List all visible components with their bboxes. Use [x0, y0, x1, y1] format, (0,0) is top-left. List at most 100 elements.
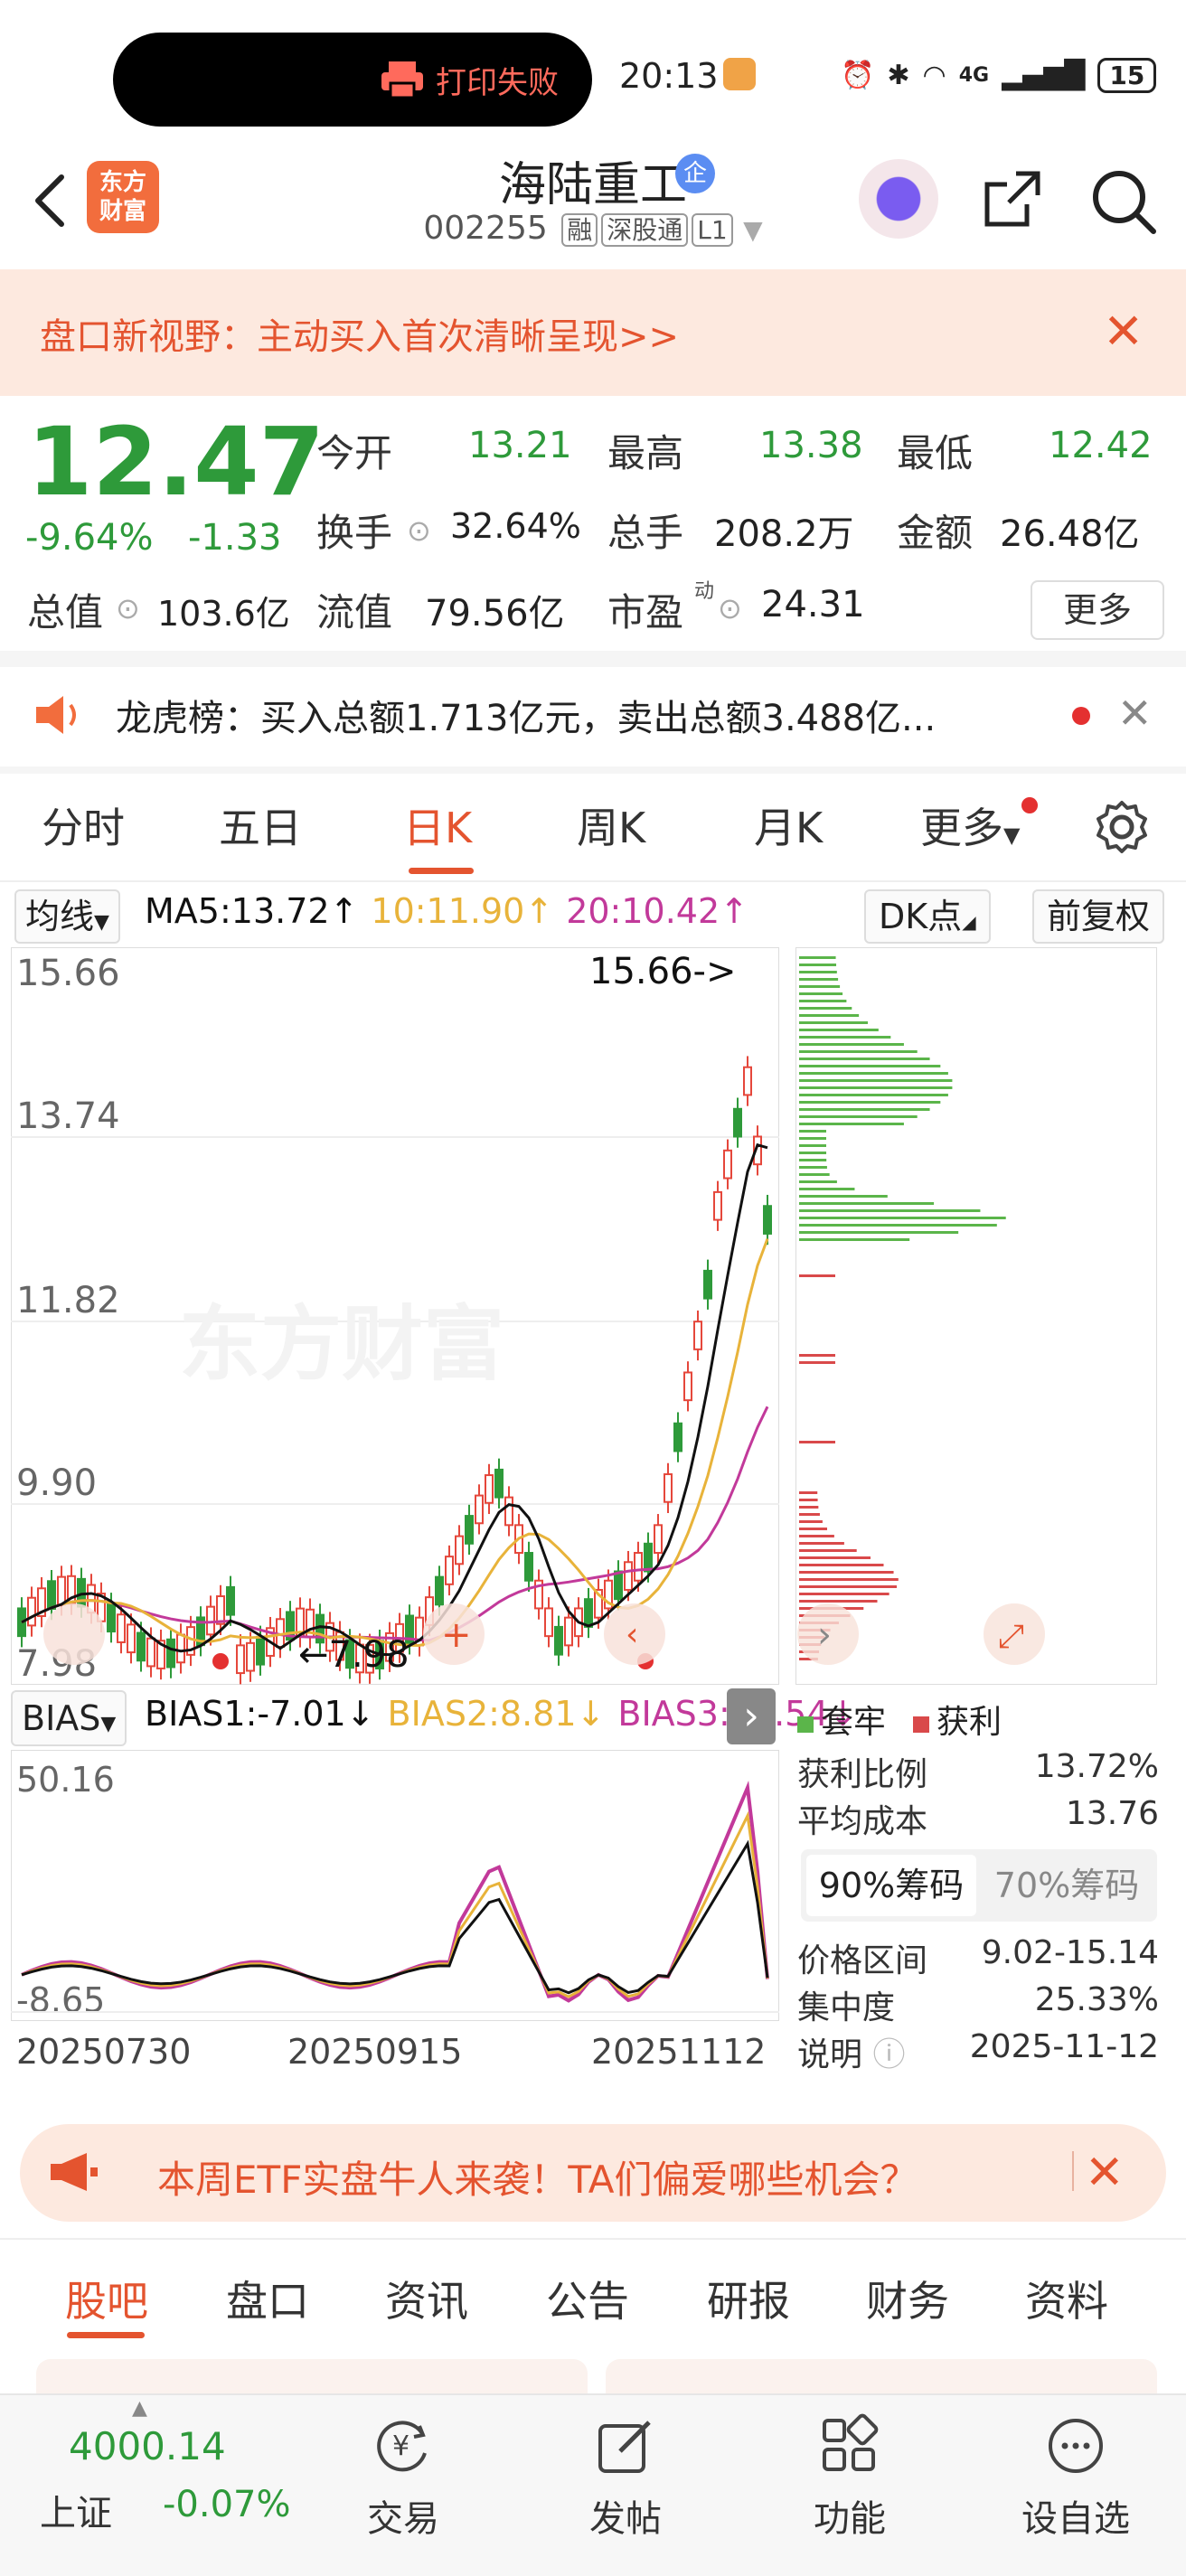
- chip-bar: [799, 1231, 959, 1234]
- adjust-button[interactable]: 前复权: [1032, 889, 1165, 944]
- tab-orderbook[interactable]: 盘口: [226, 2269, 309, 2328]
- row-label: 集中度: [797, 1989, 896, 2026]
- chip-bar: [799, 1159, 827, 1161]
- index-name: 上证: [40, 2493, 112, 2534]
- candle: [455, 1535, 464, 1565]
- candle: [763, 1205, 772, 1235]
- promo-banner-text[interactable]: 盘口新视野：主动买入首次清晰呈现>>: [40, 307, 679, 360]
- close-icon[interactable]: ✕: [1103, 307, 1144, 356]
- close-icon[interactable]: ✕: [1085, 2146, 1125, 2200]
- turnover-label: 换手: [316, 511, 393, 555]
- nav-functions-label: 功能: [814, 2498, 886, 2540]
- tab-announcements[interactable]: 公告: [546, 2269, 629, 2328]
- more-button[interactable]: 更多: [1031, 580, 1164, 640]
- chevron-left-icon: ‹: [626, 1616, 638, 1653]
- chip-bar: [799, 1528, 827, 1530]
- tab-daily-k[interactable]: 日K: [403, 795, 472, 855]
- chip-bar: [799, 1441, 835, 1443]
- gear-icon[interactable]: [1094, 799, 1150, 855]
- bias-chart[interactable]: 50.16 -8.65: [11, 1750, 779, 2021]
- bluetooth-icon: ✱: [887, 60, 910, 91]
- profit-ratio-row: 获利比例 13.72%: [797, 1748, 1159, 1795]
- nav-watchlist[interactable]: 设自选: [1003, 2413, 1148, 2542]
- close-icon[interactable]: ✕: [1117, 689, 1153, 738]
- search-icon[interactable]: [1085, 163, 1161, 239]
- chip-distribution-chart[interactable]: › ⤢: [795, 947, 1157, 1685]
- card-peek: [36, 2359, 588, 2395]
- dk-select[interactable]: DK点◢: [864, 889, 991, 944]
- candle: [475, 1494, 484, 1525]
- bias-select[interactable]: BIAS▼: [11, 1690, 127, 1746]
- chip-bar: [799, 1600, 878, 1603]
- dragon-tiger-notice[interactable]: 龙虎榜：买入总额1.713亿元，卖出总额3.488亿...: [116, 689, 936, 741]
- chip-bar: [799, 1535, 834, 1537]
- tab-more-label: 更多: [920, 804, 1003, 852]
- nav-post[interactable]: 发帖: [553, 2413, 698, 2542]
- chip-bar: [799, 1274, 835, 1277]
- note-row[interactable]: 说明 ⓘ 2025-11-12: [797, 2028, 1159, 2075]
- event-dot: [212, 1653, 229, 1669]
- zoom-out-button[interactable]: [43, 1603, 105, 1665]
- print-fail-notice[interactable]: 打印失败: [380, 52, 559, 107]
- info-icon[interactable]: ⊙: [718, 591, 742, 625]
- tab-profile[interactable]: 资料: [1025, 2269, 1108, 2328]
- chip-bar: [799, 1166, 827, 1169]
- y-tick-label: 13.74: [16, 1095, 120, 1137]
- tab-chip-90[interactable]: 90%筹码: [806, 1855, 976, 1916]
- candle: [127, 1623, 136, 1654]
- chip-bar: [799, 1137, 827, 1140]
- candlestick-chart[interactable]: 东方财富 15.66 13.74 11.82 9.90 7.98 15.66->…: [11, 947, 779, 1685]
- chevron-right-icon[interactable]: ›: [727, 1688, 776, 1744]
- tab-chip-70[interactable]: 70%筹码: [982, 1855, 1152, 1916]
- unread-dot: [1072, 707, 1090, 725]
- tab-news[interactable]: 资讯: [385, 2269, 468, 2328]
- chip-bar: [799, 1086, 953, 1089]
- row-label: 价格区间: [797, 1942, 928, 1979]
- tab-finance[interactable]: 财务: [866, 2269, 949, 2328]
- robot-avatar[interactable]: [859, 159, 938, 239]
- dk-select-label: DK点: [879, 897, 963, 936]
- chip-bar: [799, 971, 837, 973]
- info-icon[interactable]: ⓘ: [872, 2036, 905, 2073]
- change-amount: -1.33: [188, 517, 282, 559]
- tab-forum[interactable]: 股吧: [65, 2269, 148, 2328]
- high-value: 13.38: [759, 425, 863, 466]
- tag-margin: 融: [561, 213, 598, 247]
- info-icon[interactable]: ⊙: [407, 513, 431, 548]
- speaker-icon: [36, 696, 76, 734]
- tab-monthly-k[interactable]: 月K: [754, 795, 823, 855]
- chip-bar: [799, 1058, 930, 1060]
- ma-select[interactable]: 均线▼: [14, 889, 120, 944]
- tab-intraday[interactable]: 分时: [42, 795, 125, 855]
- chevron-up-icon[interactable]: ▲: [132, 2397, 147, 2420]
- chip-bar: [799, 1195, 888, 1198]
- info-icon[interactable]: ⊙: [116, 591, 140, 625]
- tab-more[interactable]: 更多▼: [920, 795, 1020, 855]
- candle: [206, 1605, 215, 1636]
- nav-functions[interactable]: 功能: [777, 2413, 922, 2542]
- chip-bar: [799, 1499, 818, 1501]
- volume-value: 208.2万: [714, 513, 854, 555]
- chip-bar: [799, 1144, 827, 1147]
- chip-bar: [799, 964, 837, 966]
- tab-research[interactable]: 研报: [707, 2269, 790, 2328]
- chip-bar: [799, 1593, 890, 1595]
- candle: [226, 1585, 235, 1616]
- chip-bar: [799, 1101, 941, 1104]
- tab-five-day[interactable]: 五日: [219, 795, 302, 855]
- chip-bar: [799, 1043, 904, 1046]
- y-tick-label: 15.66: [16, 953, 120, 994]
- candle: [683, 1371, 692, 1402]
- legend-swatch: [797, 1716, 814, 1733]
- tab-weekly-k[interactable]: 周K: [577, 795, 645, 855]
- share-icon[interactable]: [976, 163, 1049, 235]
- index-value[interactable]: 4000.14: [69, 2424, 226, 2468]
- nav-trade[interactable]: ¥ 交易: [331, 2413, 475, 2542]
- date-label: 20251112: [591, 2032, 767, 2072]
- candle: [445, 1556, 454, 1585]
- candle: [256, 1635, 265, 1666]
- nav-watchlist-label: 设自选: [1021, 2498, 1130, 2540]
- candle: [47, 1580, 56, 1610]
- change-percent: -9.64%: [25, 517, 154, 559]
- etf-banner-text[interactable]: 本周ETF实盘牛人来袭！TA们偏爱哪些机会？: [157, 2149, 918, 2205]
